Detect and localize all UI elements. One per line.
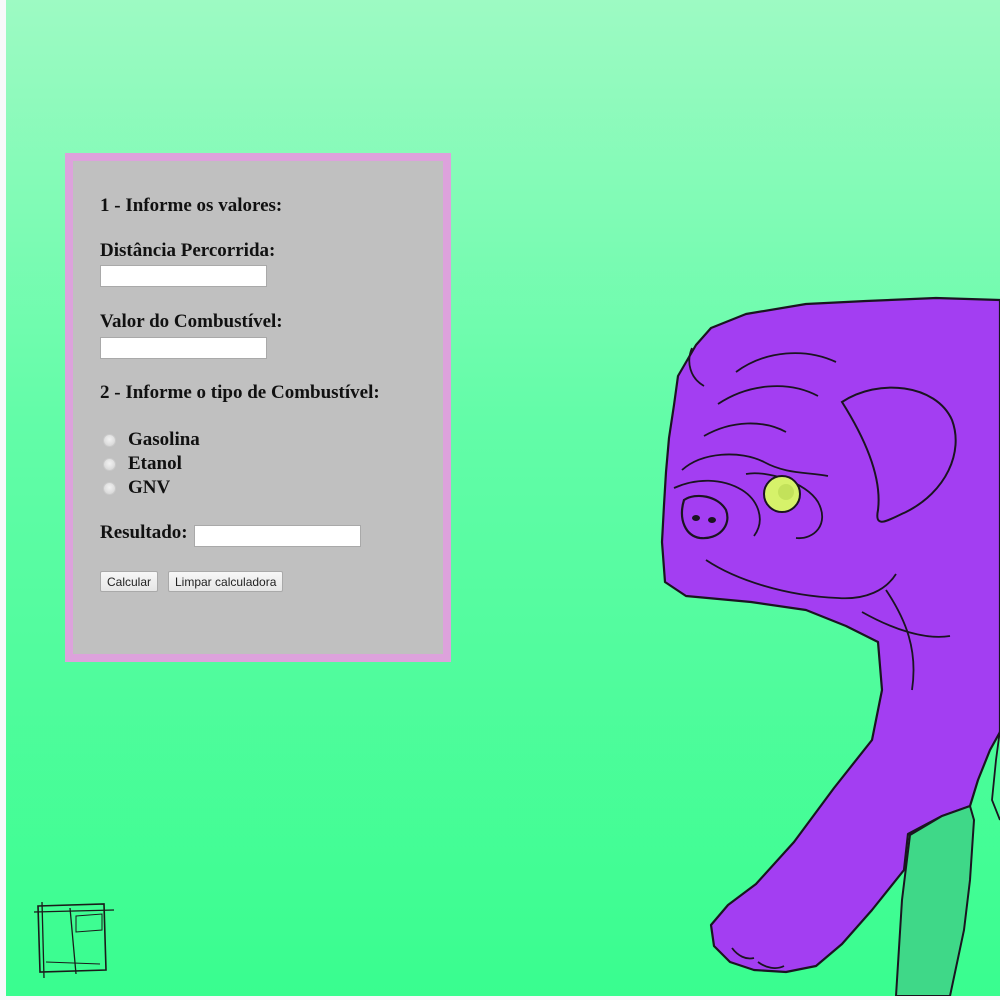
radio-button[interactable] [103, 457, 116, 471]
fuel-option-gasolina[interactable]: Gasolina [103, 429, 200, 451]
distance-input[interactable] [100, 265, 267, 287]
step2-heading: 2 - Informe o tipo de Combustível: [100, 382, 380, 403]
fuel-option-etanol[interactable]: Etanol [103, 453, 182, 475]
sketch-square-icon [33, 901, 115, 979]
radio-label: Etanol [128, 453, 182, 474]
pug-nose [680, 494, 729, 540]
radio-button[interactable] [103, 481, 116, 495]
step1-heading: 1 - Informe os valores: [100, 195, 283, 216]
calculate-button[interactable]: Calcular [100, 571, 159, 592]
fuel-price-label: Valor do Combustível: [100, 311, 283, 332]
page-background: 1 - Informe os valores: Distância Percor… [6, 0, 1000, 996]
result-field[interactable] [194, 525, 361, 547]
result-label: Resultado: [100, 522, 188, 543]
radio-button[interactable] [103, 433, 116, 447]
fuel-option-gnv[interactable]: GNV [103, 477, 170, 499]
radio-label: GNV [128, 477, 171, 498]
fuel-price-input[interactable] [100, 337, 267, 359]
clear-calculator-button[interactable]: Limpar calculadora [168, 571, 284, 592]
distance-label: Distância Percorrida: [100, 240, 276, 261]
fuel-calculator-panel: 1 - Informe os valores: Distância Percor… [65, 153, 451, 662]
radio-label: Gasolina [128, 429, 200, 450]
